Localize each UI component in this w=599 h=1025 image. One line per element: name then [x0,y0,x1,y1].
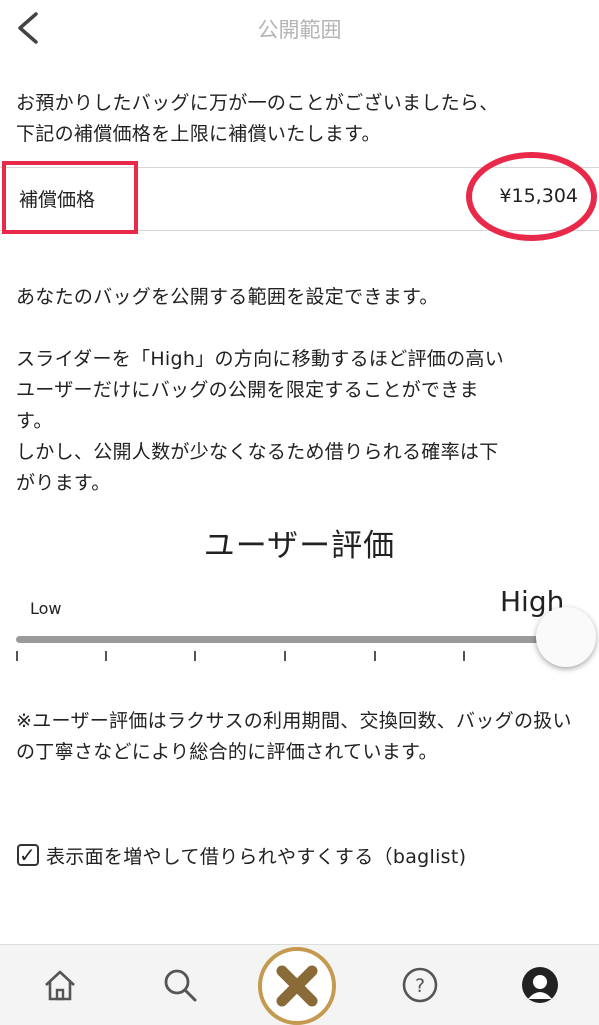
bottom-tab-bar: ? [0,944,599,1025]
slider-tick [105,651,107,661]
rating-slider-track[interactable] [16,636,556,643]
search-icon[interactable] [160,965,200,1005]
slider-low-label: Low [30,599,62,618]
highlight-box-annotation [2,161,138,234]
rating-slider-thumb[interactable] [536,607,596,667]
intro-text: お預かりしたバッグに万が一のことがございましたら、 下記の補償価格を上限に補償い… [16,92,499,145]
baglist-checkbox-label[interactable]: 表示面を増やして借りられやすくする（baglist) [46,842,466,869]
description-detail: スライダーを「High」の方向に移動するほど評価の高い ユーザーだけにバッグの公… [16,348,505,494]
svg-text:?: ? [415,975,425,997]
help-icon[interactable]: ? [400,965,440,1005]
baglist-checkbox[interactable]: ✓ [17,843,39,867]
slider-tick [16,651,18,661]
checkmark-icon: ✓ [19,843,36,867]
slider-tick [463,651,465,661]
home-icon[interactable] [40,965,80,1005]
profile-icon[interactable] [520,965,560,1005]
slider-tick [374,651,376,661]
description-text: あなたのバッグを公開する範囲を設定できます。 [16,286,439,308]
slider-tick [194,651,196,661]
laxus-x-logo[interactable] [258,947,336,1025]
highlight-circle-annotation [466,152,597,241]
page-title: 公開範囲 [257,18,342,42]
slider-tick [284,651,286,661]
rating-title: ユーザー評価 [203,528,396,564]
header: 公開範囲 [0,0,599,56]
rating-note: ※ユーザー評価はラクサスの利用期間、交換回数、バッグの扱いの丁寧さなどにより総合… [16,710,572,763]
